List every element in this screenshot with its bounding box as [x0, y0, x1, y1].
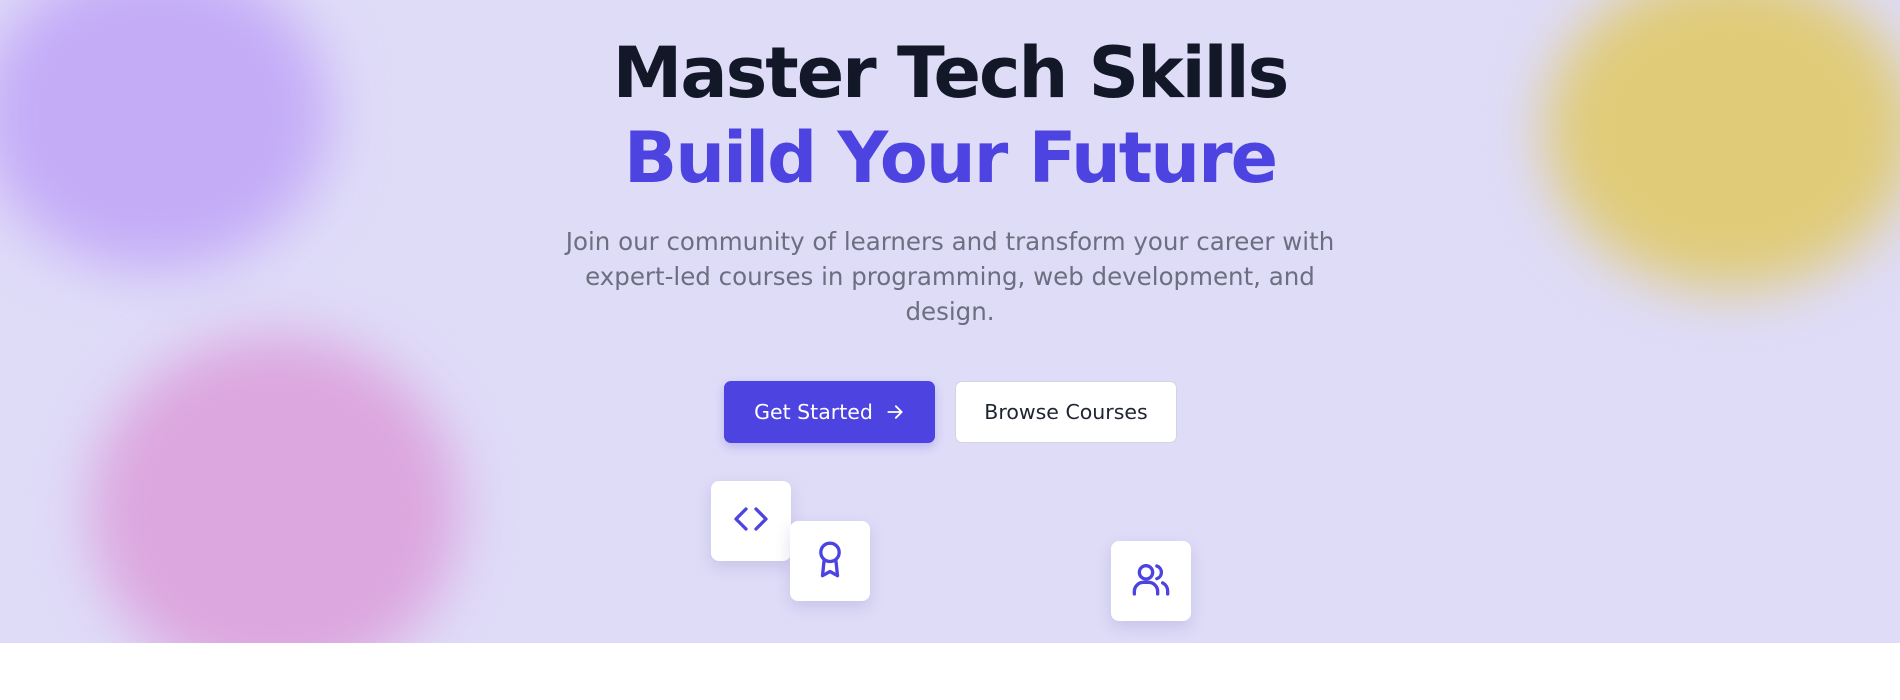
- browse-courses-label: Browse Courses: [984, 400, 1148, 424]
- code-card: [711, 481, 791, 561]
- code-icon: [731, 499, 771, 544]
- users-icon: [1131, 559, 1171, 604]
- hero-title-line-1: Master Tech Skills: [612, 32, 1290, 114]
- hero-subtitle: Join our community of learners and trans…: [565, 227, 1335, 326]
- users-card: [1111, 541, 1191, 621]
- award-card: [790, 521, 870, 601]
- get-started-button[interactable]: Get Started: [724, 381, 935, 443]
- decorative-blob-pink: [90, 335, 460, 643]
- hero-section: Master Tech Skills Build Your Future Joi…: [0, 0, 1900, 643]
- arrow-right-icon: [885, 402, 905, 422]
- award-icon: [810, 539, 850, 584]
- get-started-label: Get Started: [754, 400, 873, 424]
- browse-courses-button[interactable]: Browse Courses: [955, 381, 1177, 443]
- hero-title-line-2: Build Your Future: [623, 117, 1278, 199]
